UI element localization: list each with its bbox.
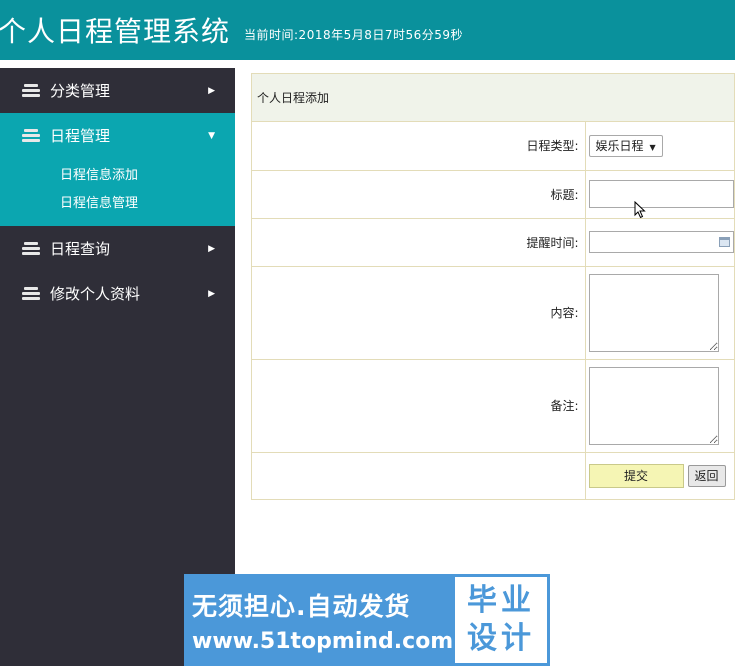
- watermark-badge-line1: 毕业: [467, 583, 535, 618]
- watermark-banner: 无须担心.自动发货 www.51topmind.com 毕业 设计: [184, 574, 550, 666]
- calendar-icon[interactable]: [718, 237, 730, 247]
- chevron-down-icon: ▼: [208, 130, 215, 141]
- type-label: 日程类型:: [252, 122, 586, 170]
- sidebar-item-query[interactable]: 日程查询 ▶: [0, 226, 235, 271]
- mouse-pointer-icon: [634, 201, 646, 219]
- submit-button[interactable]: 提交: [588, 463, 684, 488]
- sidebar-item-label: 分类管理: [50, 82, 111, 100]
- watermark-slogan: 无须担心.自动发货: [192, 591, 411, 621]
- note-label: 备注:: [252, 358, 586, 452]
- stack-icon: [22, 83, 40, 98]
- watermark-url: www.51topmind.com: [192, 628, 454, 654]
- watermark-text-block: 无须担心.自动发货 www.51topmind.com: [184, 574, 454, 666]
- schedule-form: 日程类型: 娱乐日程 ▼ 标题: 提醒时间: 内容: 备注: 提交 返回: [252, 122, 734, 499]
- stack-icon: [22, 286, 40, 301]
- app-header: 个人日程管理系统 当前时间:2018年5月8日7时56分59秒: [0, 0, 735, 60]
- content-textarea[interactable]: [588, 273, 719, 352]
- actions-spacer: [252, 451, 586, 499]
- current-time: 当前时间:2018年5月8日7时56分59秒: [244, 27, 464, 42]
- schedule-submenu: 日程信息添加 日程信息管理: [0, 158, 235, 226]
- schedule-add-panel: 个人日程添加 日程类型: 娱乐日程 ▼ 标题: 提醒时间: 内容: 备注: 提交…: [251, 73, 735, 500]
- title-label: 标题:: [252, 169, 586, 218]
- sidebar-item-label: 日程查询: [50, 240, 111, 258]
- title-input[interactable]: [588, 180, 734, 208]
- watermark-badge: 毕业 设计: [452, 574, 550, 666]
- schedule-type-value: 娱乐日程: [595, 138, 644, 153]
- sidebar-item-category[interactable]: 分类管理 ▶: [0, 68, 235, 113]
- remind-time-input[interactable]: [588, 231, 734, 253]
- watermark-badge-line2: 设计: [467, 621, 535, 656]
- remind-time-label: 提醒时间:: [252, 217, 586, 266]
- schedule-type-select[interactable]: 娱乐日程 ▼: [588, 134, 663, 157]
- chevron-right-icon: ▶: [208, 85, 215, 96]
- sidebar-item-label: 日程管理: [50, 127, 111, 145]
- chevron-right-icon: ▶: [208, 243, 215, 254]
- sidebar-item-label: 修改个人资料: [50, 285, 141, 303]
- stack-icon: [22, 241, 40, 256]
- sidebar-item-profile[interactable]: 修改个人资料 ▶: [0, 271, 235, 316]
- note-textarea[interactable]: [588, 366, 719, 445]
- back-button[interactable]: 返回: [687, 464, 726, 487]
- sidebar-item-schedule[interactable]: 日程管理 ▼: [0, 113, 235, 158]
- submenu-item-manage-schedule[interactable]: 日程信息管理: [0, 190, 235, 218]
- content-label: 内容:: [252, 265, 586, 359]
- app-title: 个人日程管理系统: [0, 15, 231, 48]
- chevron-right-icon: ▶: [208, 288, 215, 299]
- submenu-item-add-schedule[interactable]: 日程信息添加: [0, 162, 235, 190]
- stack-icon: [22, 128, 40, 143]
- caret-down-icon: ▼: [649, 142, 656, 152]
- panel-title: 个人日程添加: [252, 74, 734, 122]
